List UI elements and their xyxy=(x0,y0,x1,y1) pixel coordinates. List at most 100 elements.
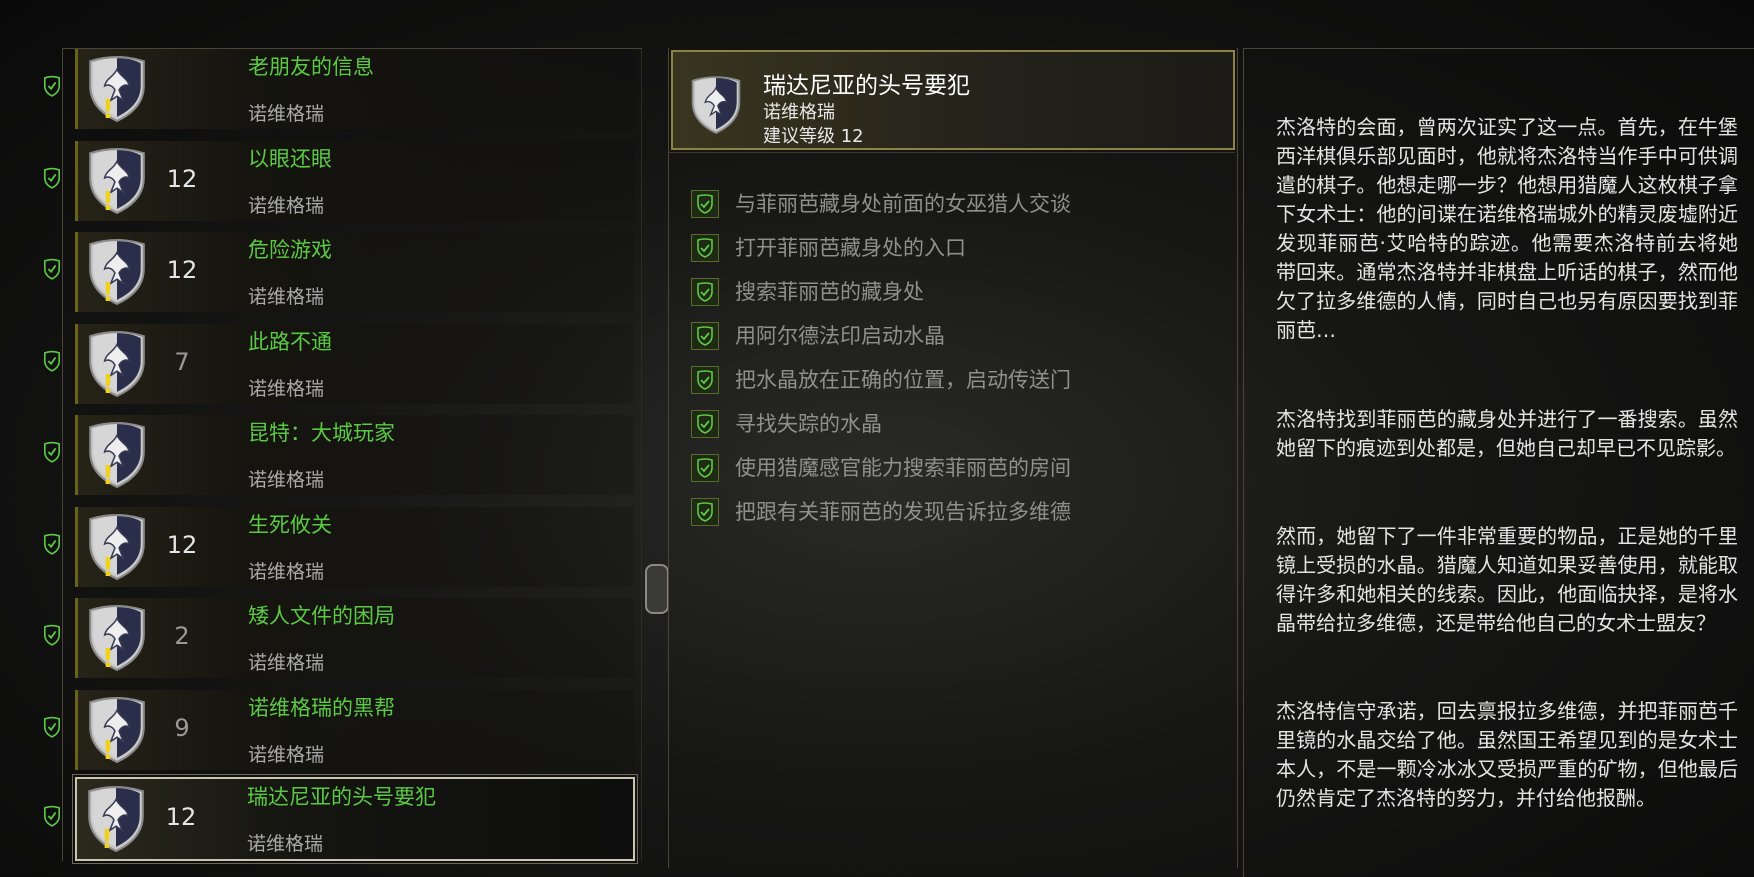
exclamation-icon: ! xyxy=(102,553,114,583)
redania-shield-icon xyxy=(86,147,148,215)
quest-title: 生死攸关 xyxy=(248,513,332,537)
objective-item: 把跟有关菲丽芭的发现告诉拉多维德 xyxy=(691,494,1221,530)
exclamation-icon: ! xyxy=(102,187,114,217)
quest-row[interactable]: ! 12 生死攸关 诺维格瑞 xyxy=(63,507,641,589)
quest-region: 诺维格瑞 xyxy=(248,652,325,674)
redania-shield-icon xyxy=(86,696,148,764)
objective-item: 打开菲丽芭藏身处的入口 xyxy=(691,230,1221,266)
quest-level: 12 xyxy=(166,531,198,559)
quest-level: 12 xyxy=(166,165,198,193)
quest-region: 诺维格瑞 xyxy=(248,469,325,491)
objective-item: 用阿尔德法印启动水晶 xyxy=(691,318,1221,354)
exclamation-icon: ! xyxy=(102,95,114,125)
exclamation-icon: ! xyxy=(102,278,114,308)
check-shield-icon xyxy=(43,258,61,280)
check-shield-icon xyxy=(43,167,61,189)
objective-item: 使用猎魔感官能力搜索菲丽芭的房间 xyxy=(691,450,1221,486)
quest-title: 危险游戏 xyxy=(248,238,332,262)
quest-title: 昆特：大城玩家 xyxy=(248,421,395,445)
quest-level: 2 xyxy=(174,622,190,650)
check-shield-icon xyxy=(691,322,719,350)
redania-shield-icon xyxy=(85,785,147,853)
exclamation-icon: ! xyxy=(102,370,114,400)
redania-shield-icon xyxy=(86,238,148,306)
check-shield-icon xyxy=(691,190,719,218)
exclamation-icon: ! xyxy=(102,644,114,674)
objectives-panel: 瑞达尼亚的头号要犯 诺维格瑞 建议等级 12 与菲丽芭藏身处前面的女巫猎人交谈 … xyxy=(668,48,1238,868)
quest-header-region: 诺维格瑞 xyxy=(763,102,835,123)
objective-text: 把跟有关菲丽芭的发现告诉拉多维德 xyxy=(735,500,1071,524)
quest-title: 此路不通 xyxy=(248,330,332,354)
objective-text: 打开菲丽芭藏身处的入口 xyxy=(735,236,966,260)
quest-card[interactable]: ! 12 瑞达尼亚的头号要犯 诺维格瑞 xyxy=(72,774,638,864)
quest-row[interactable]: ! 昆特：大城玩家 诺维格瑞 xyxy=(63,415,641,497)
exclamation-icon: ! xyxy=(102,461,114,491)
quest-region: 诺维格瑞 xyxy=(248,561,325,583)
quest-list: ! 老朋友的信息 诺维格瑞 ! 12 以眼还眼 诺维格瑞 ! 12 危险游戏 诺… xyxy=(62,48,642,864)
quest-card[interactable]: ! 2 矮人文件的困局 诺维格瑞 xyxy=(75,598,634,678)
quest-card[interactable]: ! 老朋友的信息 诺维格瑞 xyxy=(75,49,634,129)
quest-card[interactable]: ! 昆特：大城玩家 诺维格瑞 xyxy=(75,415,634,495)
quest-row[interactable]: ! 2 矮人文件的困局 诺维格瑞 xyxy=(63,598,641,680)
check-shield-icon xyxy=(43,716,61,738)
quest-row[interactable]: ! 7 此路不通 诺维格瑞 xyxy=(63,324,641,406)
quest-header: 瑞达尼亚的头号要犯 诺维格瑞 建议等级 12 xyxy=(671,50,1235,150)
objective-text: 把水晶放在正确的位置，启动传送门 xyxy=(735,368,1071,392)
objective-item: 把水晶放在正确的位置，启动传送门 xyxy=(691,362,1221,398)
check-shield-icon xyxy=(43,75,61,97)
quest-title: 瑞达尼亚的头号要犯 xyxy=(247,785,436,809)
quest-card[interactable]: ! 7 此路不通 诺维格瑞 xyxy=(75,324,634,404)
quest-card[interactable]: ! 12 危险游戏 诺维格瑞 xyxy=(75,232,634,312)
redania-shield-icon xyxy=(86,604,148,672)
quest-region: 诺维格瑞 xyxy=(248,195,325,217)
quest-level: 7 xyxy=(174,348,190,376)
quest-row[interactable]: ! 9 诺维格瑞的黑帮 诺维格瑞 xyxy=(63,690,641,772)
check-shield-icon xyxy=(691,410,719,438)
quest-title: 矮人文件的困局 xyxy=(248,604,395,628)
redania-shield-icon xyxy=(86,55,148,123)
objective-text: 使用猎魔感官能力搜索菲丽芭的房间 xyxy=(735,456,1071,480)
quest-region: 诺维格瑞 xyxy=(248,103,325,125)
check-shield-icon xyxy=(43,441,61,463)
check-shield-icon xyxy=(691,278,719,306)
quest-row[interactable]: ! 老朋友的信息 诺维格瑞 xyxy=(63,49,641,131)
objective-text: 用阿尔德法印启动水晶 xyxy=(735,324,945,348)
objective-item: 搜索菲丽芭的藏身处 xyxy=(691,274,1221,310)
check-shield-icon xyxy=(691,234,719,262)
check-shield-icon xyxy=(43,533,61,555)
quest-row[interactable]: ! 12 危险游戏 诺维格瑞 xyxy=(63,232,641,314)
quest-header-level: 建议等级 12 xyxy=(763,126,864,147)
quest-card[interactable]: ! 12 生死攸关 诺维格瑞 xyxy=(75,507,634,587)
quest-title: 以眼还眼 xyxy=(248,147,332,171)
objective-text: 与菲丽芭藏身处前面的女巫猎人交谈 xyxy=(735,192,1071,216)
objective-text: 搜索菲丽芭的藏身处 xyxy=(735,280,924,304)
quest-region: 诺维格瑞 xyxy=(248,378,325,400)
redania-shield-icon xyxy=(689,74,743,136)
scroll-handle[interactable] xyxy=(645,564,669,614)
quest-card[interactable]: ! 9 诺维格瑞的黑帮 诺维格瑞 xyxy=(75,690,634,770)
exclamation-icon: ! xyxy=(101,825,113,855)
quest-region: 诺维格瑞 xyxy=(248,744,325,766)
redania-shield-icon xyxy=(86,330,148,398)
quest-title: 诺维格瑞的黑帮 xyxy=(248,696,395,720)
description-panel[interactable]: 杰洛特的会面，曾两次证实了这一点。首先，在牛堡西洋棋俱乐部见面时，他就将杰洛特当… xyxy=(1243,48,1754,877)
redania-shield-icon xyxy=(86,421,148,489)
objective-text: 寻找失踪的水晶 xyxy=(735,412,882,436)
quest-level: 9 xyxy=(174,714,190,742)
quest-card[interactable]: ! 12 以眼还眼 诺维格瑞 xyxy=(75,141,634,221)
quest-row-selected[interactable]: ! 12 瑞达尼亚的头号要犯 诺维格瑞 xyxy=(63,773,641,864)
check-shield-icon xyxy=(43,350,61,372)
check-shield-icon xyxy=(691,366,719,394)
objective-item: 与菲丽芭藏身处前面的女巫猎人交谈 xyxy=(691,186,1221,222)
description-paragraph: 然而，她留下了一件非常重要的物品，正是她的千里镜上受损的水晶。猎魔人知道如果妥善… xyxy=(1276,524,1738,635)
quest-region: 诺维格瑞 xyxy=(247,833,324,855)
check-shield-icon xyxy=(691,454,719,482)
redania-shield-icon xyxy=(86,513,148,581)
quest-region: 诺维格瑞 xyxy=(248,286,325,308)
quest-row[interactable]: ! 12 以眼还眼 诺维格瑞 xyxy=(63,141,641,223)
description-paragraph: 杰洛特找到菲丽芭的藏身处并进行了一番搜索。虽然她留下的痕迹到处都是，但她自己却早… xyxy=(1276,407,1738,460)
check-shield-icon xyxy=(691,498,719,526)
quest-level: 12 xyxy=(166,256,198,284)
objective-item: 寻找失踪的水晶 xyxy=(691,406,1221,442)
exclamation-icon: ! xyxy=(102,736,114,766)
